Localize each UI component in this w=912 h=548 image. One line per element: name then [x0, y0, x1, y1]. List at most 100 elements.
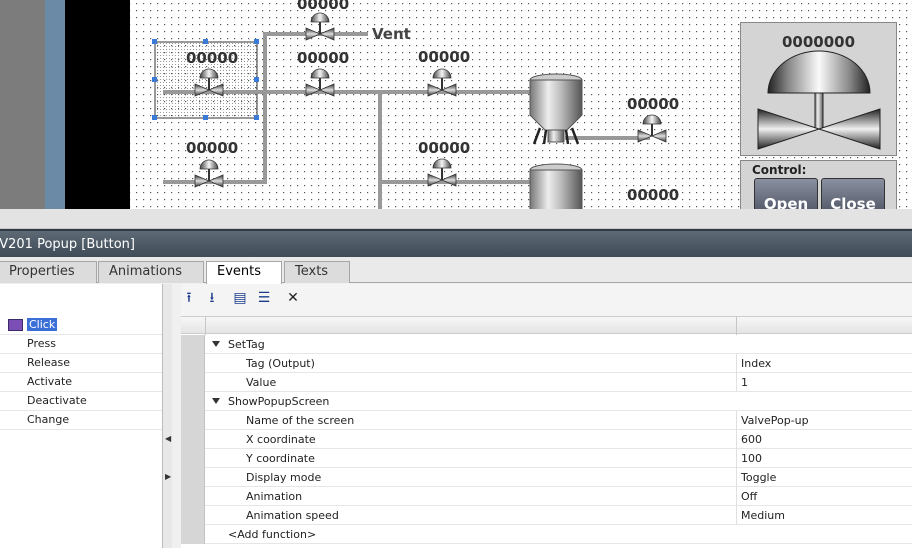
- param-value[interactable]: 600: [741, 433, 762, 446]
- row-gutter: [181, 525, 205, 544]
- column-divider: [736, 373, 737, 392]
- expand-triangle-icon[interactable]: [212, 341, 220, 347]
- param-value[interactable]: 100: [741, 452, 762, 465]
- event-item-activate[interactable]: Activate: [0, 373, 162, 392]
- valve-sv201-value: 00000: [186, 49, 239, 67]
- event-item-change[interactable]: Change: [0, 411, 162, 430]
- vent-label: Vent: [372, 25, 411, 43]
- function-grid-header: [181, 316, 912, 335]
- row-gutter: [181, 430, 205, 449]
- hmi-screen-canvas[interactable]: 00000 Vent 00000 00000 00000 00000 00000…: [0, 0, 912, 209]
- valve-vent-value: 00000: [297, 0, 350, 13]
- event-label: Click: [27, 318, 58, 331]
- event-list: Click Press Release Activate Deactivate …: [0, 284, 172, 548]
- left-gray-strip: [0, 0, 45, 209]
- row-gutter: [181, 373, 205, 392]
- function-name: ShowPopupScreen: [228, 395, 330, 408]
- row-gutter: [181, 354, 205, 373]
- param-row[interactable]: Animation Off: [181, 487, 912, 506]
- tab-events[interactable]: Events: [206, 261, 282, 284]
- column-divider: [736, 354, 737, 373]
- function-list-pane: ⭱ ⭳ ▤ ☰ ✕ SetTag Tag (Output) Index Valu…: [181, 284, 912, 548]
- valve-popup-preview[interactable]: 0000000: [740, 22, 897, 156]
- event-item-press[interactable]: Press: [0, 335, 162, 354]
- close-button[interactable]: Close: [821, 178, 885, 209]
- move-up-icon[interactable]: ⭱: [181, 290, 197, 306]
- function-row-settag[interactable]: SetTag: [181, 335, 912, 354]
- control-panel: Control: Open Close: [740, 160, 897, 209]
- left-blue-strip: [45, 0, 65, 209]
- tab-properties[interactable]: Properties: [0, 261, 97, 283]
- function-row-showpopup[interactable]: ShowPopupScreen: [181, 392, 912, 411]
- param-row[interactable]: Animation speed Medium: [181, 506, 912, 525]
- open-button[interactable]: Open: [754, 178, 818, 209]
- function-toolbar: ⭱ ⭳ ▤ ☰ ✕: [181, 284, 912, 316]
- param-name: Animation: [246, 490, 303, 503]
- row-gutter: [181, 487, 205, 506]
- header-divider: [205, 317, 206, 335]
- left-black-strip: [65, 0, 130, 209]
- param-name: Animation speed: [246, 509, 339, 522]
- tank-upper[interactable]: [529, 73, 583, 145]
- large-valve-icon: [757, 50, 881, 150]
- tab-texts[interactable]: Texts: [284, 261, 350, 283]
- param-row[interactable]: Value 1: [181, 373, 912, 392]
- column-divider: [736, 487, 737, 506]
- row-gutter: [181, 449, 205, 468]
- param-row[interactable]: Tag (Output) Index: [181, 354, 912, 373]
- pane-splitter[interactable]: ◀ ▶: [162, 284, 172, 548]
- param-value[interactable]: Toggle: [741, 471, 776, 484]
- row-gutter: [181, 506, 205, 525]
- editor-separator: [0, 209, 912, 229]
- row-gutter: [181, 411, 205, 430]
- param-name: X coordinate: [246, 433, 316, 446]
- valve-bottom-mid-value: 00000: [418, 139, 471, 157]
- column-divider: [736, 468, 737, 487]
- param-row[interactable]: Y coordinate 100: [181, 449, 912, 468]
- valve-tank-outlet-value: 00000: [627, 95, 680, 113]
- event-item-click[interactable]: Click: [0, 316, 162, 335]
- param-name: Tag (Output): [246, 357, 315, 370]
- expand-right-icon[interactable]: ▶: [165, 472, 171, 481]
- tank-lower[interactable]: [529, 163, 583, 209]
- inspector-tabs: Properties Animations Events Texts: [0, 257, 912, 284]
- expand-triangle-icon[interactable]: [212, 398, 220, 404]
- delete-icon[interactable]: ✕: [285, 290, 301, 306]
- param-row[interactable]: Name of the screen ValvePop-up: [181, 411, 912, 430]
- inspector-title: SV201 Popup [Button]: [0, 237, 135, 252]
- inspector-title-bar: SV201 Popup [Button]: [0, 229, 912, 257]
- column-divider: [736, 506, 737, 525]
- row-gutter: [181, 468, 205, 487]
- event-item-release[interactable]: Release: [0, 354, 162, 373]
- row-gutter: [181, 335, 205, 354]
- column-divider: [736, 449, 737, 468]
- add-function-row[interactable]: <Add function>: [181, 525, 912, 544]
- param-value[interactable]: Index: [741, 357, 771, 370]
- event-function-icon: [8, 319, 23, 331]
- move-down-icon[interactable]: ⭳: [204, 290, 220, 306]
- param-name: Display mode: [246, 471, 322, 484]
- control-label: Control:: [752, 163, 807, 177]
- tab-animations[interactable]: Animations: [98, 261, 204, 283]
- collapse-all-icon[interactable]: ▤: [232, 290, 248, 306]
- collapse-left-icon[interactable]: ◀: [165, 434, 171, 443]
- param-row[interactable]: Display mode Toggle: [181, 468, 912, 487]
- param-value[interactable]: 1: [741, 376, 748, 389]
- column-divider: [736, 430, 737, 449]
- valve-bottom-left-value: 00000: [186, 139, 239, 157]
- param-value[interactable]: Off: [741, 490, 757, 503]
- expand-all-icon[interactable]: ☰: [256, 290, 272, 306]
- param-name: Y coordinate: [246, 452, 315, 465]
- valve-top-mid-value: 00000: [297, 49, 350, 67]
- header-divider: [736, 317, 737, 335]
- event-item-deactivate[interactable]: Deactivate: [0, 392, 162, 411]
- add-function-link[interactable]: <Add function>: [228, 528, 316, 541]
- function-name: SetTag: [228, 338, 265, 351]
- param-value[interactable]: Medium: [741, 509, 785, 522]
- param-row[interactable]: X coordinate 600: [181, 430, 912, 449]
- param-name: Value: [246, 376, 277, 389]
- param-value[interactable]: ValvePop-up: [741, 414, 809, 427]
- param-name: Name of the screen: [246, 414, 355, 427]
- column-divider: [736, 411, 737, 430]
- row-gutter: [181, 392, 205, 411]
